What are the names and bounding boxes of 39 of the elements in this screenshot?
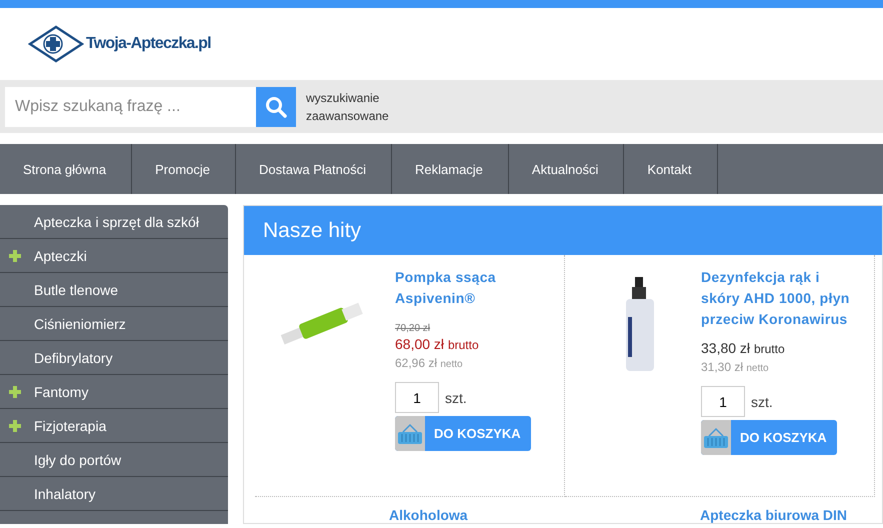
add-to-cart-button[interactable]: DO KOSZYKA <box>701 420 837 455</box>
menu-item[interactable]: Dostawa Płatności <box>236 144 392 194</box>
gross-price: 33,80 zł brutto <box>701 340 786 356</box>
menu-item[interactable]: Aktualności <box>508 144 624 194</box>
menu-item[interactable]: Promocje <box>132 144 236 194</box>
logo-icon <box>28 25 84 63</box>
advanced-search-link[interactable]: wyszukiwanie zaawansowane <box>306 88 389 124</box>
product-title[interactable]: Apteczka biurowa DIN <box>565 497 875 523</box>
old-price: 70,20 zł <box>395 323 432 334</box>
category-item[interactable]: Apteczki <box>0 239 228 273</box>
product-title[interactable]: Alkoholowa <box>255 497 565 523</box>
category-item[interactable]: Butle tlenowe <box>0 273 228 307</box>
quantity-field[interactable]: 1 <box>395 382 439 413</box>
gross-price: 68,00 zł brutto <box>395 336 480 352</box>
category-item[interactable]: Defibrylatory <box>0 341 228 375</box>
product-title[interactable]: Dezynfekcja rąk i skóry AHD 1000, płyn przeciw Koronawirus <box>701 267 861 330</box>
search-button[interactable] <box>256 86 296 126</box>
net-price: 31,30 zł netto <box>701 360 770 374</box>
category-item[interactable]: Fantomy <box>0 375 228 409</box>
search-icon <box>265 96 287 118</box>
category-item[interactable]: Apteczka i sprzęt dla szkół <box>0 205 228 239</box>
category-item[interactable]: Fizjoterapia <box>0 409 228 443</box>
menu-item[interactable]: Kontakt <box>624 144 718 194</box>
category-item[interactable]: Inhalatory <box>0 477 228 511</box>
basket-icon <box>703 426 729 448</box>
product-title[interactable]: Pompka ssąca Aspivenin® <box>395 267 555 309</box>
category-item[interactable]: Ciśnieniomierz <box>0 307 228 341</box>
menu-item[interactable]: Strona główna <box>0 144 132 194</box>
panel-title: Nasze hity <box>244 206 882 255</box>
category-item[interactable]: Igły do portów <box>0 443 228 477</box>
unit-label: szt. <box>445 390 467 406</box>
add-to-cart-button[interactable]: DO KOSZYKA <box>395 416 531 451</box>
unit-label: szt. <box>751 394 773 410</box>
logo-text[interactable]: Twoja-Apteczka.pl <box>86 35 211 53</box>
menu-item[interactable]: Reklamacje <box>392 144 509 194</box>
search-field[interactable]: Wpisz szukaną frazę ... <box>5 86 256 126</box>
basket-icon <box>397 422 423 444</box>
net-price: 62,96 zł netto <box>395 356 464 370</box>
quantity-field[interactable]: 1 <box>701 386 745 417</box>
